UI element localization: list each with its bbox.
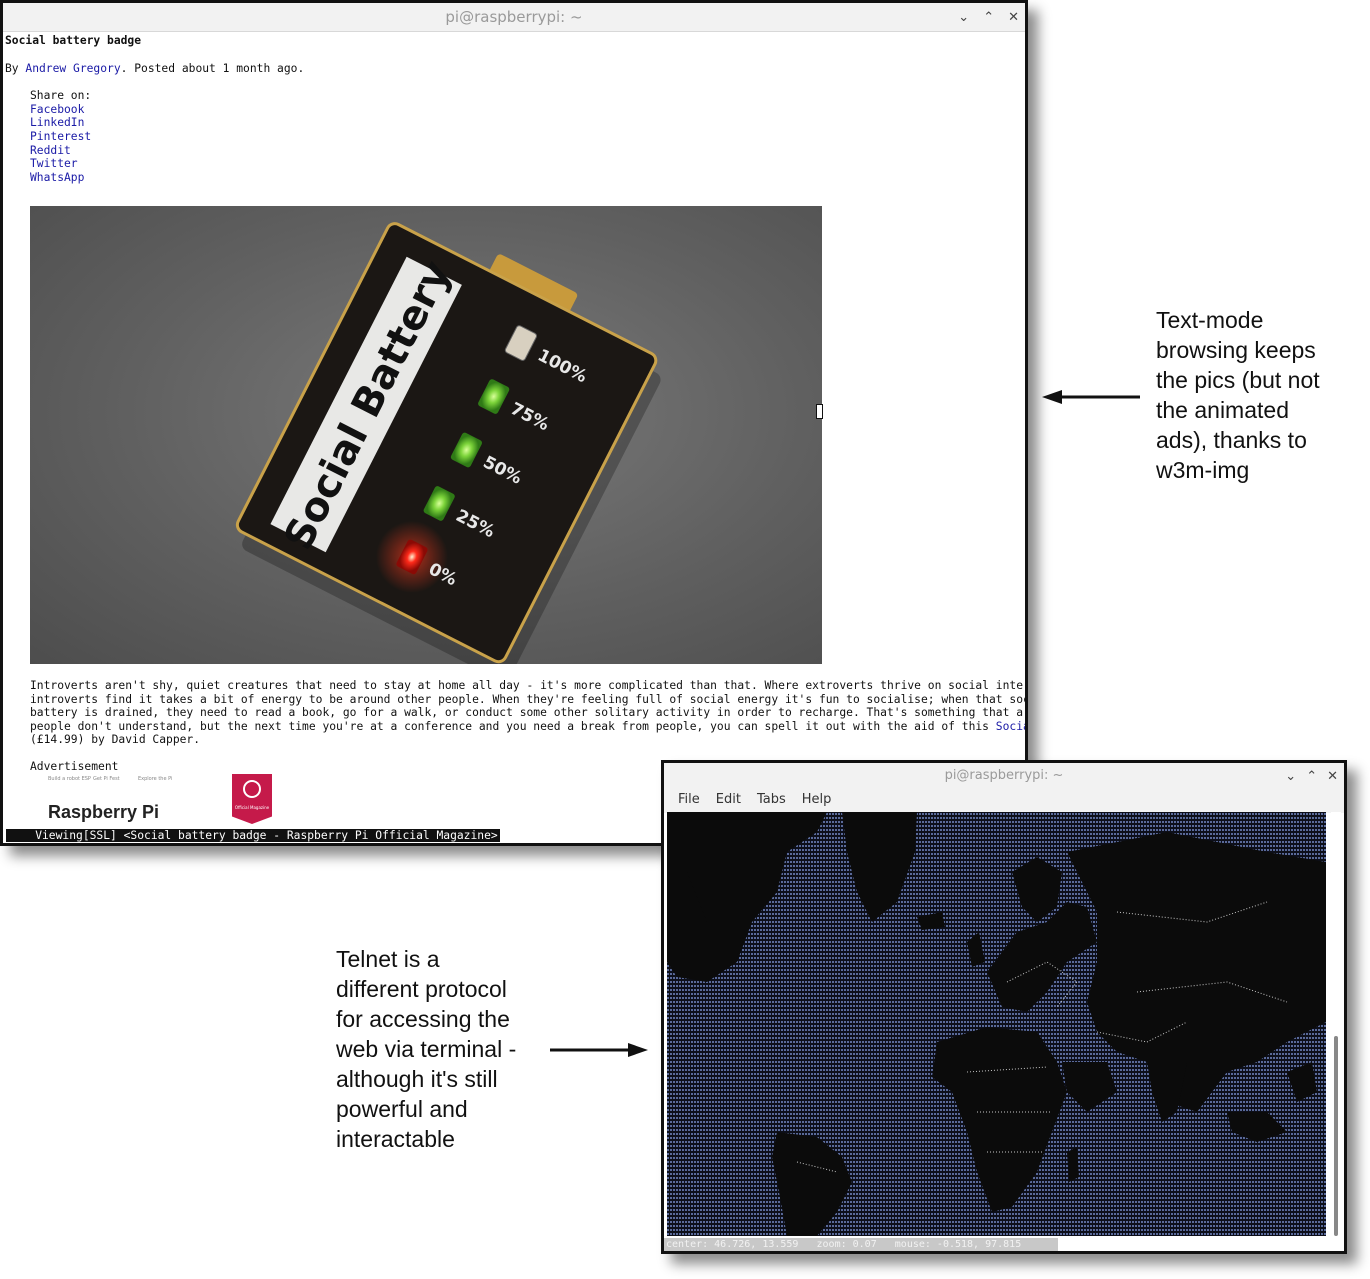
status-padding xyxy=(1060,1238,1336,1251)
w3m-status-line: Viewing[SSL] <Social battery badge - Ras… xyxy=(6,829,500,842)
annotation-line: the pics (but not xyxy=(1156,367,1320,393)
annotation-line: interactable xyxy=(336,1126,455,1152)
menu-bar: File Edit Tabs Help xyxy=(664,787,1344,813)
annotation-line: powerful and xyxy=(336,1096,468,1122)
annotation-line: although it's still xyxy=(336,1066,498,1092)
annotation-top-right: Text-mode browsing keeps the pics (but n… xyxy=(1156,305,1320,485)
window-title: pi@raspberrypi: ~ xyxy=(944,768,1064,783)
text-cursor xyxy=(816,404,823,419)
menu-file[interactable]: File xyxy=(670,787,708,813)
arrow-right-icon xyxy=(550,1043,648,1057)
terminal-scrollbar[interactable] xyxy=(1331,812,1341,1242)
social-battery-badge-image: Social Battery 100% 75% 50% 25% 0% xyxy=(235,222,661,664)
advertisement-banner[interactable]: Build a robot ESP Get Pi Fest Explore th… xyxy=(38,774,278,826)
maximize-icon[interactable]: ⌃ xyxy=(983,10,994,25)
arrow-left-icon xyxy=(1042,390,1140,404)
share-link-linkedin[interactable]: LinkedIn xyxy=(30,116,84,130)
annotation-line: ads), thanks to xyxy=(1156,427,1307,453)
ad-small-text: Get Pi Fest xyxy=(93,776,120,782)
annotation-line: w3m-img xyxy=(1156,457,1250,483)
share-link-facebook[interactable]: Facebook xyxy=(30,103,84,117)
body-line: battery is drained, they need to read a … xyxy=(30,706,1028,720)
annotation-line: Text-mode xyxy=(1156,307,1264,333)
minimize-icon[interactable]: ⌄ xyxy=(1285,769,1296,784)
annotation-line: the animated xyxy=(1156,397,1289,423)
annotation-line: Telnet is a xyxy=(336,946,440,972)
product-photo[interactable]: Social Battery 100% 75% 50% 25% 0% xyxy=(30,206,822,664)
close-icon[interactable]: ✕ xyxy=(1327,769,1338,784)
ad-brand: Raspberry Pi xyxy=(48,802,160,822)
annotation-bottom-left: Telnet is a different protocol for acces… xyxy=(336,944,516,1154)
telnet-terminal-window: pi@raspberrypi: ~ ⌄ ⌃ ✕ File Edit Tabs H… xyxy=(661,760,1347,1254)
ad-badge-text: Official Magazine xyxy=(234,805,270,810)
menu-edit[interactable]: Edit xyxy=(708,787,749,813)
maximize-icon[interactable]: ⌃ xyxy=(1306,769,1317,784)
annotation-line: for accessing the xyxy=(336,1006,510,1032)
share-link-pinterest[interactable]: Pinterest xyxy=(30,130,91,144)
ad-small-text: Build a robot ESP xyxy=(48,776,91,782)
ad-small-text: Explore the Pi xyxy=(138,776,173,782)
window-titlebar[interactable]: pi@raspberrypi: ~ ⌄ ⌃ ✕ xyxy=(3,3,1025,32)
world-map-graphic xyxy=(667,812,1326,1236)
body-line: Introverts aren't shy, quiet creatures t… xyxy=(30,679,1028,692)
menu-tabs[interactable]: Tabs xyxy=(749,787,794,813)
body-line: introverts find it takes a bit of energy… xyxy=(30,692,1028,706)
annotation-line: browsing keeps xyxy=(1156,337,1316,363)
annotation-line: different protocol xyxy=(336,976,507,1002)
minimize-icon[interactable]: ⌄ xyxy=(958,10,969,25)
map-status-line: center: 46.726, 13.559 zoom: 0.07 mouse:… xyxy=(664,1238,1058,1251)
article-title: Social battery badge xyxy=(5,34,142,47)
advertisement-label: Advertisement xyxy=(30,760,119,773)
byline: By Andrew Gregory. Posted about 1 month … xyxy=(5,62,304,76)
share-link-reddit[interactable]: Reddit xyxy=(30,144,71,158)
close-icon[interactable]: ✕ xyxy=(1008,10,1019,25)
byline-prefix: By xyxy=(5,62,26,75)
author-link[interactable]: Andrew Gregory xyxy=(25,62,120,75)
w3m-terminal-window: pi@raspberrypi: ~ ⌄ ⌃ ✕ Social battery b… xyxy=(0,0,1028,846)
social-battery-link[interactable]: Social Battery xyxy=(996,720,1025,733)
browser-viewport[interactable]: Social battery badge By Andrew Gregory. … xyxy=(3,32,1025,843)
window-title: pi@raspberrypi: ~ xyxy=(445,8,583,26)
body-line: (£14.99) by David Capper. xyxy=(30,733,201,747)
share-link-twitter[interactable]: Twitter xyxy=(30,157,78,171)
share-link-whatsapp[interactable]: WhatsApp xyxy=(30,171,84,185)
annotation-line: web via terminal - xyxy=(336,1036,517,1062)
menu-help[interactable]: Help xyxy=(794,787,840,813)
ascii-world-map[interactable] xyxy=(667,812,1326,1236)
body-line: people don't understand, but the next ti… xyxy=(30,720,1025,734)
raspberry-logo-icon: Official Magazine xyxy=(232,774,272,824)
badge-board: Social Battery 100% 75% 50% 25% 0% xyxy=(235,222,661,664)
scrollbar-thumb[interactable] xyxy=(1334,1036,1338,1236)
window-titlebar[interactable]: pi@raspberrypi: ~ ⌄ ⌃ ✕ xyxy=(664,763,1344,790)
share-label: Share on: xyxy=(30,89,92,102)
article-body: Introverts aren't shy, quiet creatures t… xyxy=(30,679,1028,747)
byline-suffix: . Posted about 1 month ago. xyxy=(120,62,305,75)
